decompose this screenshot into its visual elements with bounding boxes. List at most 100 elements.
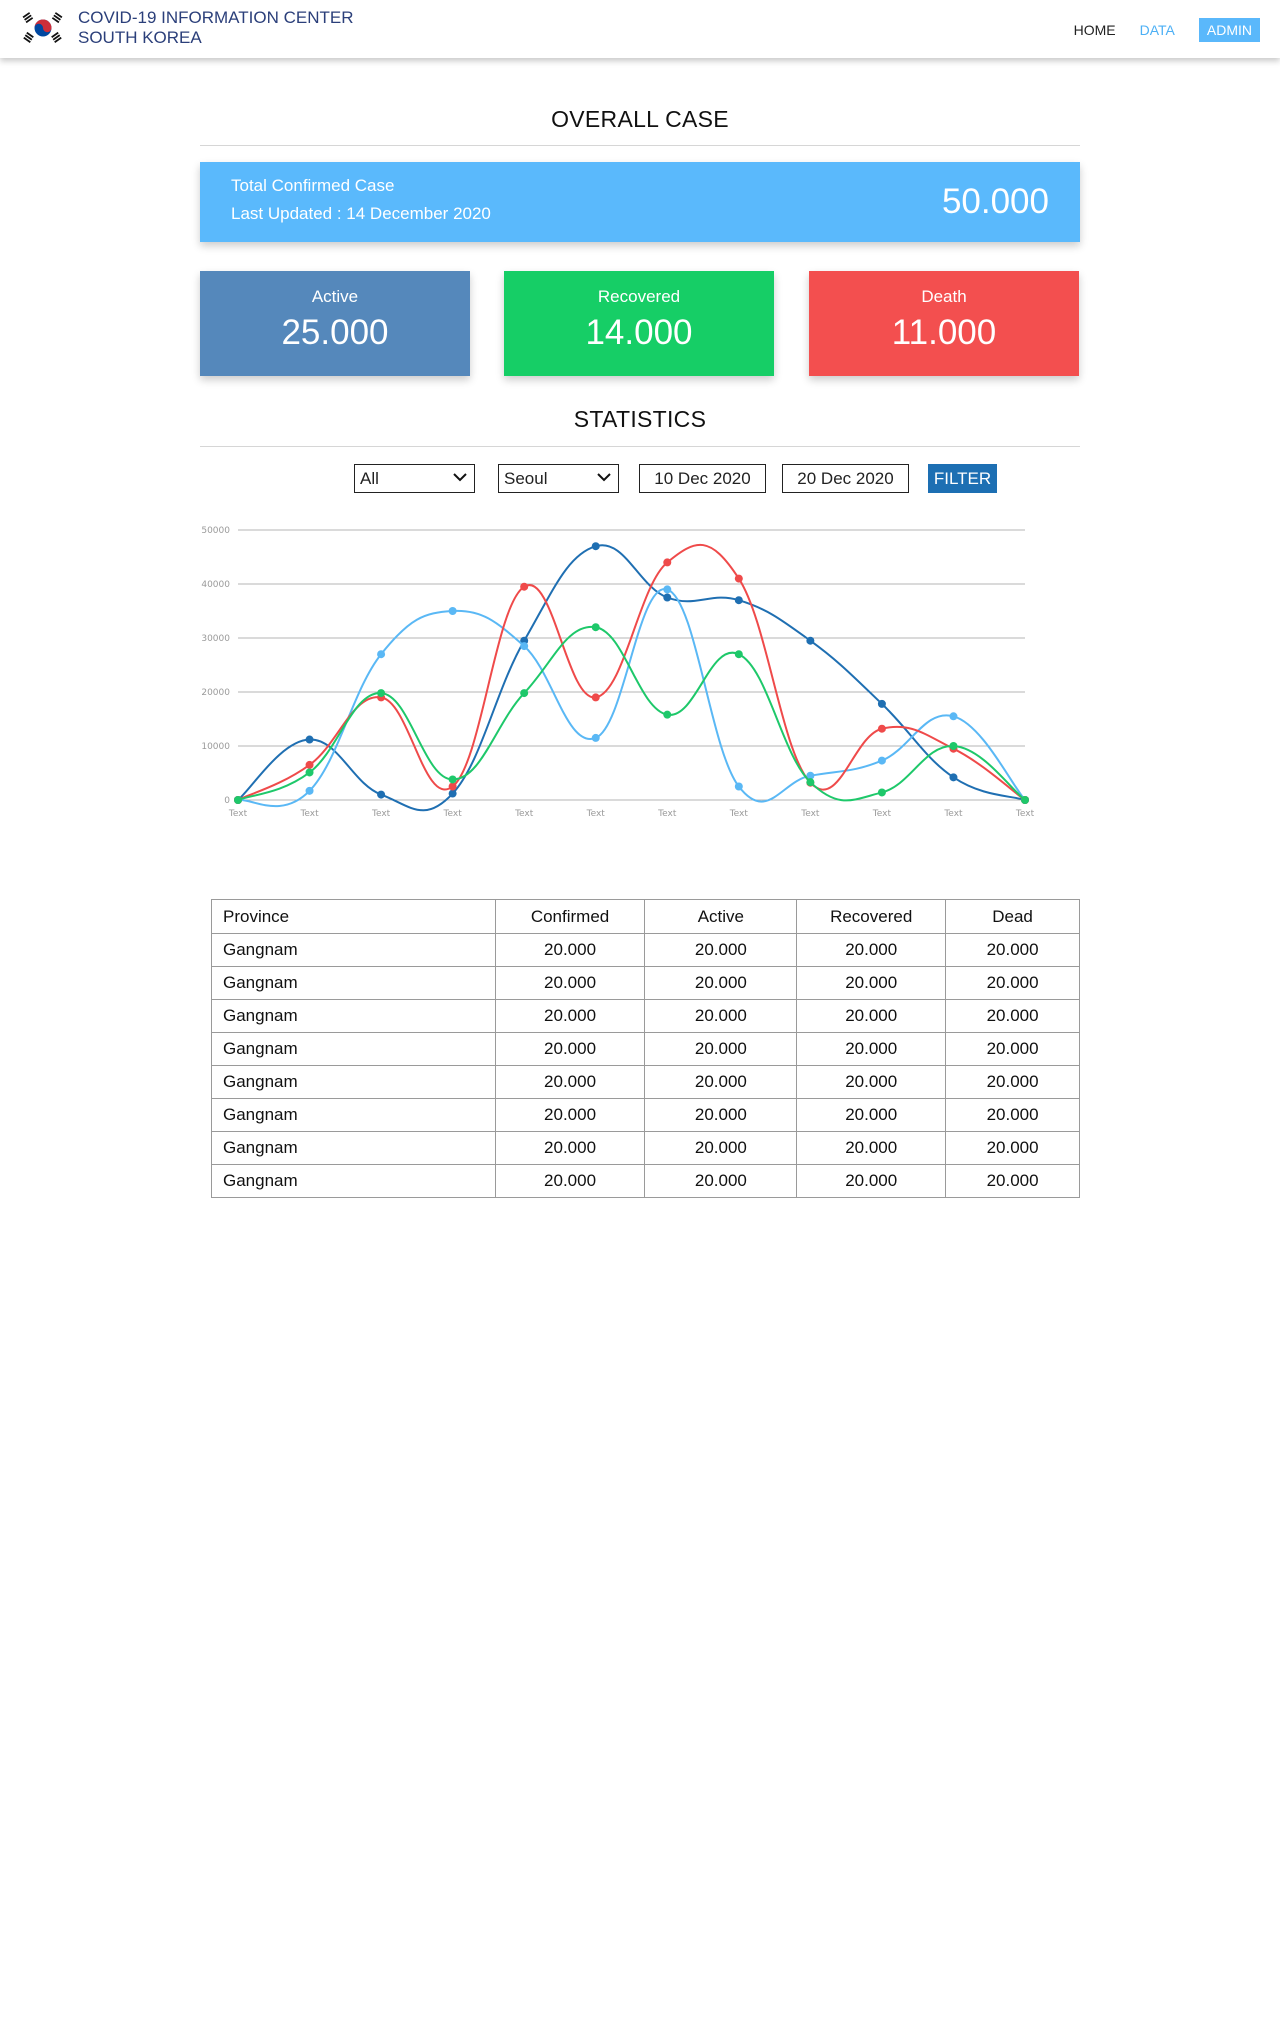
cell-active: 20.000 [644, 1098, 798, 1132]
chart-series [234, 542, 1029, 812]
top-navbar: COVID-19 INFORMATION CENTER SOUTH KOREA … [0, 0, 1280, 58]
death-card: Death 11.000 [809, 271, 1079, 376]
category-select-value: All [360, 468, 379, 488]
series-1-point [448, 789, 457, 798]
table-row: Gangnam 20.000 20.000 20.000 20.000 [211, 966, 1080, 1000]
nav-home-link[interactable]: HOME [1074, 22, 1116, 38]
cell-confirmed: 20.000 [494, 1098, 646, 1132]
series-3-point [591, 693, 600, 702]
cell-recovered: 20.000 [796, 1065, 947, 1099]
cell-active: 20.000 [644, 933, 798, 967]
series-3-point [448, 782, 457, 791]
series-3-point [734, 574, 743, 583]
series-1-point [734, 596, 743, 605]
cell-confirmed: 20.000 [494, 966, 646, 1000]
x-axis-ticks: Text Text Text Text Text Text Text Text Text Text… [228, 809, 1035, 819]
total-confirmed-label: Total Confirmed Case [231, 176, 395, 195]
cell-dead: 20.000 [945, 1131, 1080, 1165]
header-province: Province [211, 899, 496, 934]
cell-province: Gangnam [211, 966, 496, 1000]
series-2-point [734, 782, 743, 791]
statistics-line-chart: 01000020000300004000050000 Text Text Text T… [201, 526, 1035, 819]
series-1-point [663, 593, 672, 602]
nav-data-link[interactable]: DATA [1140, 22, 1175, 38]
cell-province: Gangnam [211, 1164, 496, 1198]
cell-active: 20.000 [644, 1065, 798, 1099]
series-4-point [734, 650, 743, 659]
cell-confirmed: 20.000 [494, 1032, 646, 1066]
series-2-point [949, 712, 958, 721]
total-confirmed-card: Total Confirmed Case Last Updated : 14 D… [200, 162, 1080, 242]
series-1-point [377, 790, 386, 799]
cell-province: Gangnam [211, 999, 496, 1033]
series-1-point [591, 542, 600, 551]
series-4-point [663, 710, 672, 719]
y-tick-label: 30000 [201, 634, 230, 644]
x-tick-label: Text [371, 809, 391, 819]
table-row: Gangnam 20.000 20.000 20.000 20.000 [211, 1131, 1080, 1165]
statistics-title: STATISTICS [573, 406, 707, 432]
filter-button[interactable]: FILTER [928, 464, 997, 493]
x-tick-label: Text [943, 809, 963, 819]
death-label: Death [921, 287, 967, 306]
cell-recovered: 20.000 [796, 1164, 947, 1198]
y-axis-ticks: 0 10000 20000 30000 40000 50000 [201, 526, 230, 806]
total-confirmed-value: 50.000 [941, 182, 1049, 221]
brand-title: COVID-19 INFORMATION CENTER SOUTH KOREA [78, 8, 353, 48]
series-2-point [591, 733, 600, 742]
series-4-point [1021, 796, 1029, 804]
series-1-point [949, 773, 958, 782]
cell-recovered: 20.000 [796, 1098, 947, 1132]
cell-dead: 20.000 [945, 1065, 1080, 1099]
cell-active: 20.000 [644, 1131, 798, 1165]
header-confirmed: Confirmed [494, 899, 646, 934]
cell-dead: 20.000 [945, 933, 1080, 967]
date-from-input[interactable]: 10 Dec 2020 [639, 464, 766, 493]
nav-admin-button[interactable]: ADMIN [1198, 18, 1260, 42]
header-recovered: Recovered [796, 899, 947, 934]
series-4-point [806, 778, 815, 787]
chevron-down-icon [597, 473, 611, 482]
recovered-card: Recovered 14.000 [504, 271, 774, 376]
last-updated-text: Last Updated : 14 December 2020 [231, 204, 491, 223]
series-2-point [377, 650, 386, 659]
overall-divider [200, 145, 1080, 146]
cell-active: 20.000 [644, 999, 798, 1033]
series-4-point [305, 768, 314, 777]
cell-active: 20.000 [644, 966, 798, 1000]
table-row: Gangnam 20.000 20.000 20.000 20.000 [211, 933, 1080, 967]
series-line-1 [237, 544, 1026, 812]
y-tick-label: 10000 [201, 742, 230, 752]
header-dead: Dead [945, 899, 1080, 934]
brand[interactable]: COVID-19 INFORMATION CENTER SOUTH KOREA [20, 8, 353, 48]
category-select[interactable]: All [354, 464, 475, 493]
series-4-point [520, 689, 529, 698]
cell-recovered: 20.000 [796, 933, 947, 967]
x-tick-label: Text [586, 809, 606, 819]
city-select[interactable]: Seoul [498, 464, 619, 493]
cell-province: Gangnam [211, 1032, 496, 1066]
cell-province: Gangnam [211, 1098, 496, 1132]
date-to-input[interactable]: 20 Dec 2020 [782, 464, 909, 493]
table-row: Gangnam 20.000 20.000 20.000 20.000 [211, 1065, 1080, 1099]
series-3-point [663, 558, 672, 567]
table-row: Gangnam 20.000 20.000 20.000 20.000 [211, 999, 1080, 1033]
y-tick-label: 0 [224, 796, 230, 806]
overall-case-title: OVERALL CASE [551, 106, 729, 132]
table-row: Gangnam 20.000 20.000 20.000 20.000 [211, 1032, 1080, 1066]
cell-dead: 20.000 [945, 1098, 1080, 1132]
series-3-point [305, 760, 314, 769]
x-tick-label: Text [1015, 809, 1035, 819]
cell-confirmed: 20.000 [494, 933, 646, 967]
cell-confirmed: 20.000 [494, 1164, 646, 1198]
series-1-point [305, 735, 314, 744]
cell-dead: 20.000 [945, 1164, 1080, 1198]
death-value: 11.000 [891, 313, 997, 352]
south-korea-flag-icon [20, 8, 66, 48]
brand-line-2: SOUTH KOREA [78, 28, 202, 47]
cell-recovered: 20.000 [796, 1032, 947, 1066]
series-4-point [234, 796, 242, 804]
cell-active: 20.000 [644, 1032, 798, 1066]
series-3-point [877, 724, 886, 733]
cell-province: Gangnam [211, 1065, 496, 1099]
